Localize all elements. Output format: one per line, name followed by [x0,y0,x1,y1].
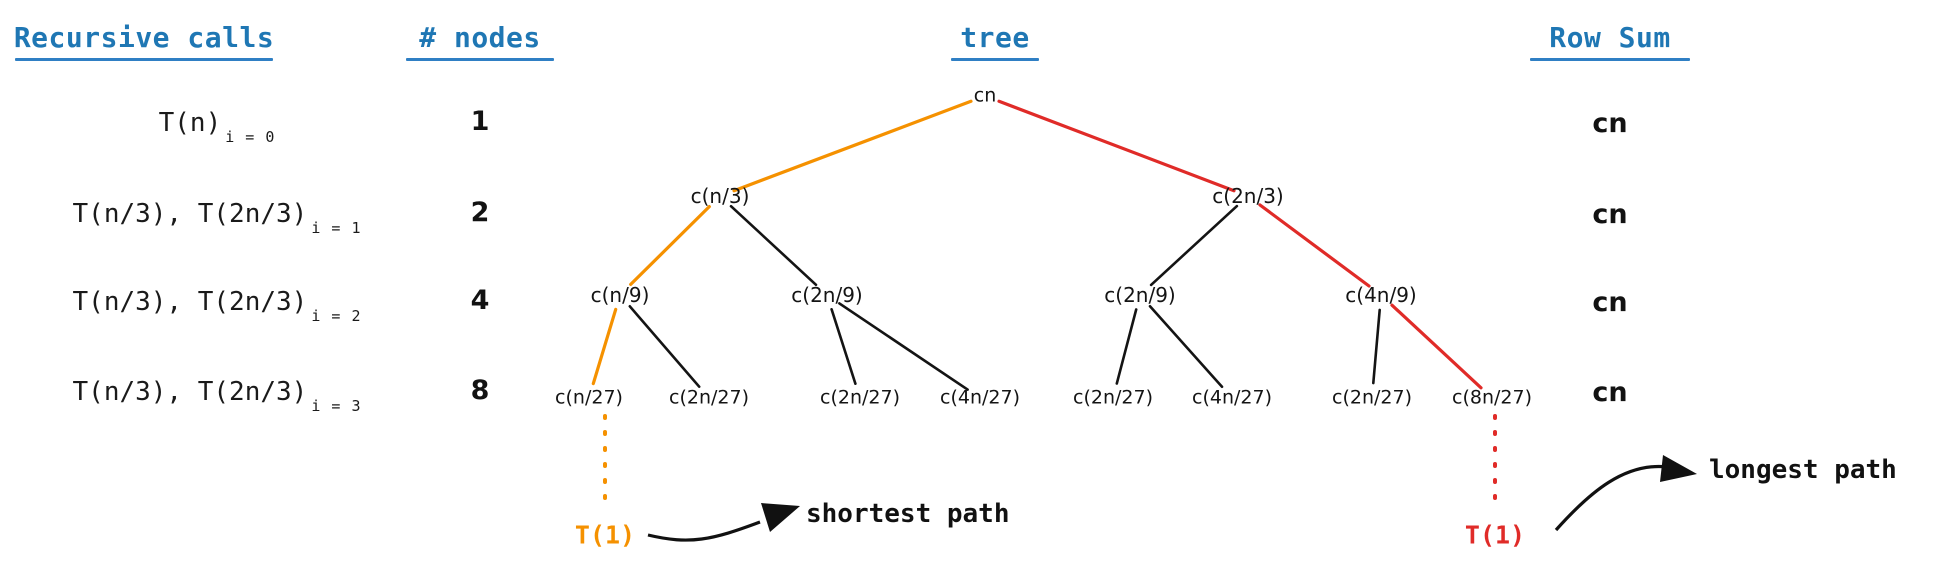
longest-path-terminal-label: T(1) [1464,520,1526,550]
recursive-calls-index: i = 0 [225,128,276,146]
longest-path-arrow-head [1660,455,1697,482]
num-nodes-cell: 4 [470,285,490,316]
recursive-calls-text: T(n/3), T(2n/3) [72,199,308,229]
column-header-tree: tree [960,21,1030,54]
longest-path-annotation: longest path [1709,455,1897,485]
column-header-rule-recursive-calls [15,58,273,61]
tree-edge-r-l [732,99,973,193]
tree-edge-ll-lll [591,307,618,386]
recursive-calls-index: i = 2 [311,307,362,325]
recursive-calls-index: i = 3 [311,397,362,415]
tree-node-lr: c(2n/9) [791,283,863,307]
row-sum-cell: cn [1592,287,1628,318]
tree-edge-lr-lrl [830,307,857,386]
recursive-calls-cell: T(n/3), T(2n/3) i = 3 [72,377,361,414]
tree-edge-ll-llr [628,304,701,389]
tree-node-r: cn [973,84,997,107]
shortest-path-annotation: shortest path [806,499,1010,529]
longest-path-arrow-curve [1554,464,1669,532]
column-header-recursive-calls: Recursive calls [13,21,275,54]
tree-edge-rr-rrl [1372,308,1381,385]
column-header-rule-tree [951,58,1039,61]
recursive-calls-text: T(n/3), T(2n/3) [72,377,308,407]
shortest-path-arrow-head [761,503,800,532]
column-header-rule-row-sum [1530,58,1690,61]
tree-node-r: c(2n/3) [1212,184,1284,208]
recursive-calls-text: T(n) [158,108,222,138]
tree-node-rl: c(2n/9) [1104,283,1176,307]
num-nodes-cell: 2 [470,197,490,228]
shortest-path-arrow-curve [647,520,761,542]
tree-edge-r-rr [1258,203,1371,288]
num-nodes-cell: 1 [470,106,490,137]
recursive-calls-index: i = 1 [311,219,362,237]
num-nodes-cell: 8 [470,375,490,406]
row-sum-cell: cn [1592,108,1628,139]
column-header-num-nodes: # nodes [419,21,541,54]
tree-node-l: c(n/3) [690,184,750,208]
recursion-tree-figure: Recursive calls # nodes tree Row Sum T(n… [0,0,1944,578]
recursive-calls-cell: T(n) i = 0 [158,108,275,145]
recursive-calls-cell: T(n/3), T(2n/3) i = 2 [72,287,361,324]
tree-node-ll: c(n/9) [590,283,650,307]
tree-node-rr: c(4n/9) [1345,283,1417,307]
tree-node-lll: c(n/27) [555,386,623,409]
column-header-row-sum: Row Sum [1549,21,1671,54]
tree-node-rll: c(2n/27) [1073,386,1153,409]
tree-edge-r-rl [1149,204,1239,287]
tree-edge-rr-rrr [1390,303,1483,390]
tree-edge-l-lr [729,204,818,287]
tree-edge-rl-rlr [1148,304,1224,389]
tree-node-lrr: c(4n/27) [940,386,1020,409]
tree-node-llr: c(2n/27) [669,386,749,409]
shortest-path-terminal-label: T(1) [574,520,636,550]
tree-edge-r-r [997,99,1236,193]
column-header-rule-num-nodes [406,58,554,61]
recursive-calls-cell: T(n/3), T(2n/3) i = 1 [72,199,361,236]
tree-node-lrl: c(2n/27) [820,386,900,409]
tree-node-rrl: c(2n/27) [1332,386,1412,409]
row-sum-cell: cn [1592,377,1628,408]
tree-edge-group [591,99,1483,391]
tree-node-rrr: c(8n/27) [1452,386,1532,409]
tree-edge-l-ll [629,205,711,286]
row-sum-cell: cn [1592,199,1628,230]
recursive-calls-text: T(n/3), T(2n/3) [72,287,308,317]
tree-edge-lr-lrr [838,302,969,391]
tree-node-rlr: c(4n/27) [1192,386,1272,409]
tree-edge-rl-rll [1115,308,1138,385]
